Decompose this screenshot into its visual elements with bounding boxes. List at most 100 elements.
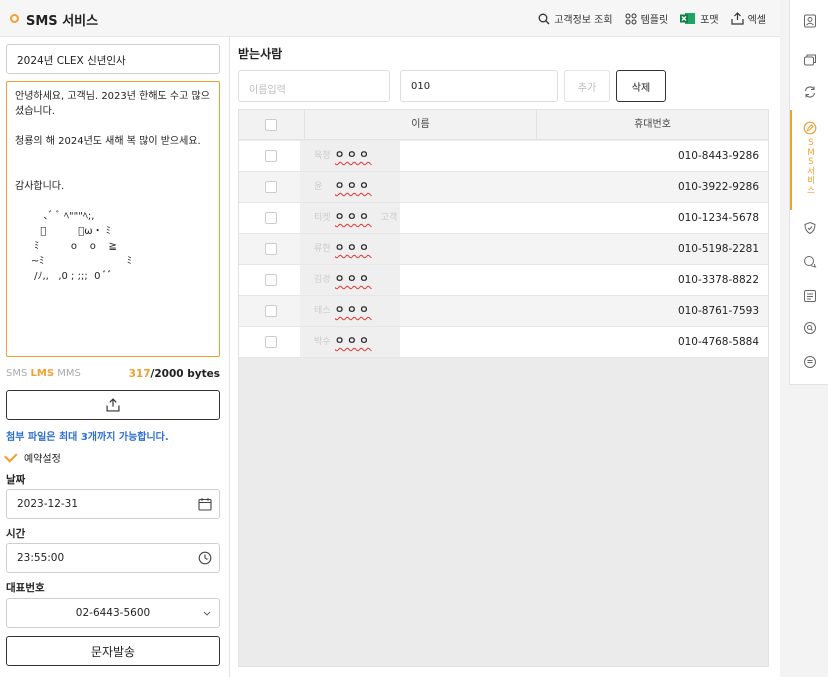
masked-name: ㅇㅇㅇ	[335, 274, 372, 285]
customer-lookup-label: 고객정보 조회	[554, 15, 613, 26]
name-suffix: 고객	[380, 213, 398, 223]
table-header: 이름 휴대번호	[239, 110, 768, 140]
rep-number-label: 대표번호	[6, 582, 45, 594]
rep-number-select[interactable]: 02-6443-5600	[6, 598, 220, 628]
send-message-button[interactable]: 문자발송	[6, 636, 220, 666]
template-button[interactable]: 템플릿	[625, 11, 669, 26]
masked-name: ㅇㅇㅇ	[335, 305, 372, 316]
table-row[interactable]: 테스 ㅇㅇㅇ 010-8761-7593	[239, 296, 768, 327]
sms-service-panel: SMS 서비스 고객정보 조회 템플릿 포맷 엑셀 2024년 CLEX 신년인…	[0, 0, 780, 677]
reserve-label: 예약설정	[24, 454, 61, 465]
check-icon	[4, 448, 18, 463]
name-input[interactable]: 이름입력	[238, 70, 390, 102]
name-prefix: 박수	[314, 337, 331, 347]
subject-input[interactable]: 2024년 CLEX 신년인사	[6, 44, 220, 74]
add-recipient-button[interactable]: 추가	[564, 70, 610, 102]
page-title: SMS 서비스	[26, 14, 99, 29]
table-row[interactable]: 육정 ㅇㅇㅇ 010-8443-9286	[239, 141, 768, 172]
phone-cell: 010-1234-5678	[677, 212, 759, 224]
time-value: 23:55:00	[17, 552, 65, 564]
type-lms: LMS	[30, 368, 55, 379]
masked-name: ㅇㅇㅇ	[335, 336, 372, 347]
rep-number-value: 02-6443-5600	[75, 607, 151, 619]
sidebar-contact-icon[interactable]	[790, 5, 828, 37]
masked-name: ㅇㅇㅇ	[335, 150, 372, 161]
customer-lookup-button[interactable]: 고객정보 조회	[538, 11, 613, 26]
masked-name: ㅇㅇㅇ	[335, 181, 372, 192]
template-label: 템플릿	[640, 15, 669, 26]
phone-cell: 010-3378-8822	[677, 274, 759, 286]
name-prefix: 김경	[314, 275, 331, 285]
name-prefix: 테스	[314, 306, 331, 316]
template-icon	[625, 13, 637, 24]
table-row[interactable]: 윤 ㅇㅇㅇ 010-3922-9286	[239, 172, 768, 203]
select-all-checkbox[interactable]	[265, 119, 277, 131]
attach-note: 첨부 파일은 최대 3개까지 가능합니다.	[6, 432, 169, 443]
type-mms: MMS	[57, 368, 81, 379]
search-icon	[538, 13, 550, 24]
row-checkbox[interactable]	[265, 274, 277, 286]
row-checkbox[interactable]	[265, 150, 277, 162]
delete-recipient-button[interactable]: 삭제	[616, 70, 666, 102]
compose-pane: 2024년 CLEX 신년인사 안녕하세요, 고객님. 2023년 한해도 수고…	[0, 37, 228, 677]
time-label: 시간	[6, 528, 26, 540]
type-sms: SMS	[6, 368, 28, 379]
sidebar-refresh-icon[interactable]	[790, 76, 828, 108]
excel-button[interactable]: 엑셀	[730, 11, 766, 26]
date-label: 날짜	[6, 474, 26, 486]
phone-cell: 010-3922-9286	[677, 181, 759, 193]
phone-cell: 010-8443-9286	[677, 150, 759, 162]
message-type-indicator: SMS LMS MMS	[6, 368, 81, 379]
table-row[interactable]: 티켓 고객 ㅇㅇㅇ 010-1234-5678	[239, 203, 768, 234]
table-row[interactable]: 류현 ㅇㅇㅇ 010-5198-2281	[239, 234, 768, 265]
name-prefix: 육정	[314, 151, 331, 161]
right-sidebar: SMS서비스	[789, 0, 828, 385]
sidebar-windows-icon[interactable]	[790, 44, 828, 76]
date-value: 2023-12-31	[17, 498, 79, 510]
row-checkbox[interactable]	[265, 336, 277, 348]
upload-icon	[730, 12, 744, 25]
row-checkbox[interactable]	[265, 212, 277, 224]
sidebar-list-icon[interactable]	[790, 280, 828, 312]
message-textarea[interactable]: 안녕하세요, 고객님. 2023년 한해도 수고 많으 셨습니다. 청룡의 해 …	[6, 81, 220, 357]
byte-total: /2000 bytes	[150, 368, 220, 380]
panel-header: SMS 서비스 고객정보 조회 템플릿 포맷 엑셀	[0, 0, 780, 37]
byte-count: 317	[128, 368, 151, 380]
sidebar-chat-icon[interactable]	[790, 246, 828, 278]
attach-file-button[interactable]	[6, 390, 220, 420]
row-checkbox[interactable]	[265, 305, 277, 317]
calendar-icon[interactable]	[198, 497, 212, 511]
row-checkbox[interactable]	[265, 243, 277, 255]
column-phone: 휴대번호	[634, 119, 671, 130]
phone-input[interactable]: 010	[400, 70, 558, 102]
phone-cell: 010-5198-2281	[677, 243, 759, 255]
header-checkbox-cell	[239, 110, 305, 140]
phone-cell: 010-8761-7593	[677, 305, 759, 317]
upload-icon	[106, 398, 120, 412]
masked-name: ㅇㅇㅇ	[335, 243, 372, 254]
excel-format-icon	[680, 13, 696, 24]
recipients-table: 이름 휴대번호 육정 ㅇㅇㅇ 010-8443-9286 윤 ㅇㅇㅇ 010-3922-9…	[238, 109, 769, 667]
toolbar: 고객정보 조회 템플릿 포맷 엑셀	[538, 11, 766, 26]
sidebar-chat-search-icon[interactable]	[790, 312, 828, 344]
time-field[interactable]: 23:55:00	[6, 543, 220, 573]
sidebar-sms-label: SMS서비스	[807, 138, 815, 196]
clock-icon[interactable]	[198, 551, 212, 565]
column-name: 이름	[305, 110, 537, 140]
table-row[interactable]: 박수 ㅇㅇㅇ 010-4768-5884	[239, 327, 768, 358]
table-row[interactable]: 김경 ㅇㅇㅇ 010-3378-8822	[239, 265, 768, 296]
byte-counter: 317/2000 bytes	[129, 368, 220, 380]
reserve-checkbox[interactable]: 예약설정	[4, 448, 61, 465]
sidebar-shield-icon[interactable]	[790, 212, 828, 244]
format-label: 포맷	[700, 15, 719, 26]
sidebar-message-icon[interactable]	[790, 346, 828, 378]
name-prefix: 류현	[314, 244, 331, 254]
format-button[interactable]: 포맷	[680, 11, 719, 26]
name-prefix: 윤	[314, 182, 323, 192]
recipients-title: 받는사람	[238, 47, 283, 61]
masked-name: ㅇㅇㅇ	[335, 212, 372, 223]
date-field[interactable]: 2023-12-31	[6, 489, 220, 519]
chevron-down-icon	[203, 611, 211, 616]
phone-cell: 010-4768-5884	[677, 336, 759, 348]
row-checkbox[interactable]	[265, 181, 277, 193]
